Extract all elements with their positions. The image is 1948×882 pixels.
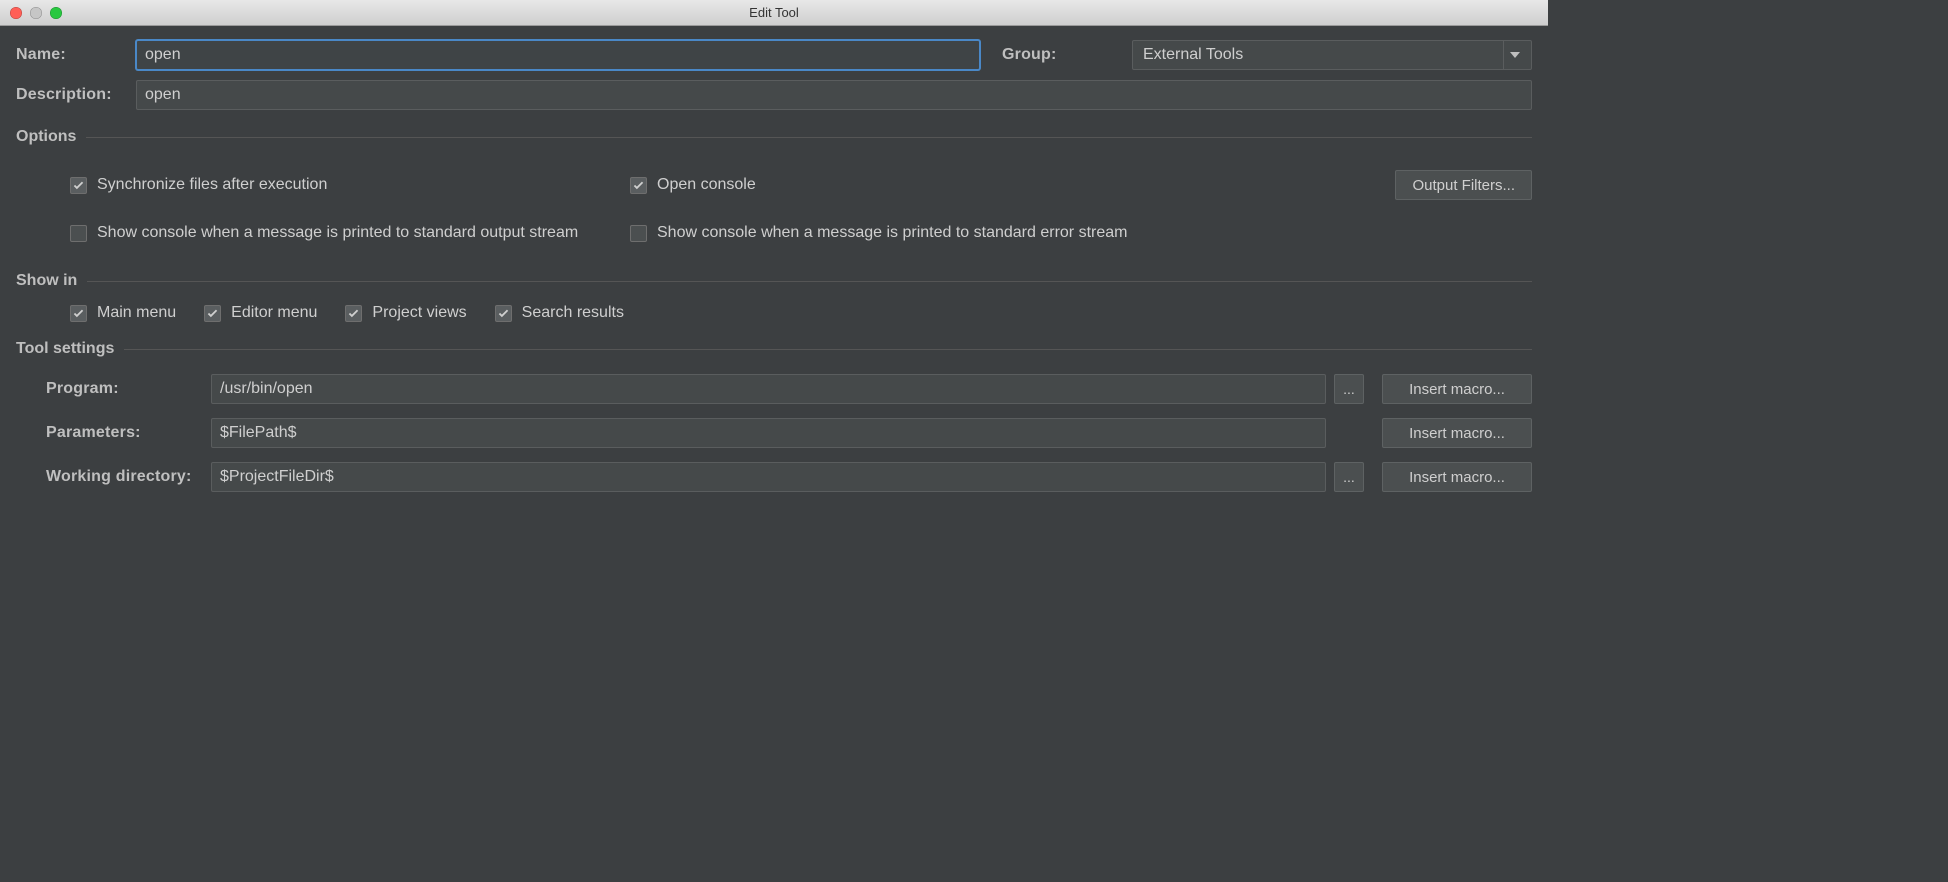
divider <box>87 281 1532 282</box>
parameters-insert-macro-button[interactable]: Insert macro... <box>1382 418 1532 448</box>
output-filters-button[interactable]: Output Filters... <box>1395 170 1532 200</box>
titlebar: Edit Tool <box>0 0 1548 26</box>
description-input[interactable] <box>136 80 1532 110</box>
checkmark-icon <box>630 177 647 194</box>
working-dir-input[interactable] <box>211 462 1326 492</box>
stdout-label: Show console when a message is printed t… <box>97 224 578 242</box>
group-label: Group: <box>1002 46 1122 64</box>
main-menu-label: Main menu <box>97 304 176 322</box>
divider <box>86 137 1532 138</box>
checkbox-empty-icon <box>630 225 647 242</box>
description-label: Description: <box>16 86 136 104</box>
search-results-checkbox[interactable]: Search results <box>495 304 624 322</box>
show-in-section-title: Show in <box>16 272 77 290</box>
open-console-checkbox[interactable]: Open console <box>630 176 756 194</box>
project-views-checkbox[interactable]: Project views <box>345 304 466 322</box>
stdout-checkbox[interactable]: Show console when a message is printed t… <box>70 224 630 242</box>
working-dir-label: Working directory: <box>46 468 211 486</box>
stderr-label: Show console when a message is printed t… <box>657 224 1127 242</box>
open-console-label: Open console <box>657 176 756 194</box>
program-insert-macro-button[interactable]: Insert macro... <box>1382 374 1532 404</box>
checkmark-icon <box>204 305 221 322</box>
working-dir-browse-button[interactable]: ... <box>1334 462 1364 492</box>
editor-menu-checkbox[interactable]: Editor menu <box>204 304 317 322</box>
name-label: Name: <box>16 46 136 64</box>
working-dir-insert-macro-button[interactable]: Insert macro... <box>1382 462 1532 492</box>
tool-settings-section-title: Tool settings <box>16 340 114 358</box>
parameters-label: Parameters: <box>46 424 211 442</box>
stderr-checkbox[interactable]: Show console when a message is printed t… <box>630 224 1127 242</box>
checkmark-icon <box>70 305 87 322</box>
search-results-label: Search results <box>522 304 624 322</box>
checkmark-icon <box>70 177 87 194</box>
checkbox-empty-icon <box>70 225 87 242</box>
program-label: Program: <box>46 380 211 398</box>
window-title: Edit Tool <box>0 5 1548 20</box>
project-views-label: Project views <box>372 304 466 322</box>
parameters-input[interactable] <box>211 418 1326 448</box>
checkmark-icon <box>495 305 512 322</box>
checkmark-icon <box>345 305 362 322</box>
chevron-down-icon <box>1503 41 1525 69</box>
editor-menu-label: Editor menu <box>231 304 317 322</box>
sync-files-label: Synchronize files after execution <box>97 176 327 194</box>
options-section-title: Options <box>16 128 76 146</box>
sync-files-checkbox[interactable]: Synchronize files after execution <box>70 176 630 194</box>
main-menu-checkbox[interactable]: Main menu <box>70 304 176 322</box>
program-input[interactable] <box>211 374 1326 404</box>
group-selected-value: External Tools <box>1143 46 1243 64</box>
group-combobox[interactable]: External Tools <box>1132 40 1532 70</box>
program-browse-button[interactable]: ... <box>1334 374 1364 404</box>
name-input[interactable] <box>136 40 980 70</box>
divider <box>124 349 1532 350</box>
